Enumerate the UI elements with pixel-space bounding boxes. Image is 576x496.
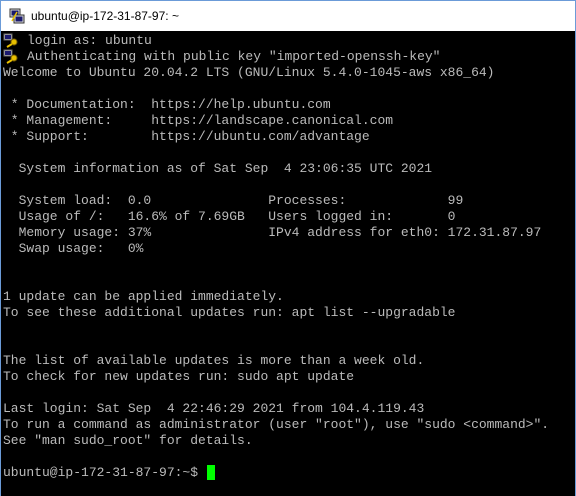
terminal-window: ubuntu@ip-172-31-87-97: ~ login as: ubun… <box>0 0 576 496</box>
system-stats-line: System load: 0.0 Processes: 99 <box>3 193 464 208</box>
login-line: login as: ubuntu <box>27 33 152 48</box>
shell-prompt-line[interactable]: ubuntu@ip-172-31-87-97:~$ <box>3 465 215 481</box>
documentation-line: * Documentation: https://help.ubuntu.com <box>3 97 331 112</box>
key-icon <box>3 49 19 64</box>
support-line: * Support: https://ubuntu.com/advantage <box>3 129 370 144</box>
system-info-line: System information as of Sat Sep 4 23:06… <box>3 161 433 176</box>
sudo-man-line: See "man sudo_root" for details. <box>3 433 253 448</box>
title-bar[interactable]: ubuntu@ip-172-31-87-97: ~ <box>1 1 575 31</box>
update-count-line: 1 update can be applied immediately. <box>3 289 284 304</box>
sudo-hint-line: To run a command as administrator (user … <box>3 417 550 432</box>
key-icon <box>3 33 19 48</box>
terminal-output[interactable]: login as: ubuntu Authenticating with pub… <box>1 31 575 496</box>
system-stats-line: Swap usage: 0% <box>3 241 144 256</box>
management-line: * Management: https://landscape.canonica… <box>3 113 394 128</box>
putty-app-icon <box>9 8 25 24</box>
system-stats-line: Memory usage: 37% IPv4 address for eth0:… <box>3 225 542 240</box>
window-title: ubuntu@ip-172-31-87-97: ~ <box>31 9 179 23</box>
welcome-line: Welcome to Ubuntu 20.04.2 LTS (GNU/Linux… <box>3 65 495 80</box>
last-login-line: Last login: Sat Sep 4 22:46:29 2021 from… <box>3 401 425 416</box>
terminal-cursor <box>206 465 215 480</box>
update-hint-line: To see these additional updates run: apt… <box>3 305 456 320</box>
auth-line: Authenticating with public key "imported… <box>27 49 441 64</box>
shell-prompt: ubuntu@ip-172-31-87-97:~$ <box>3 465 206 480</box>
update-list-age-line: The list of available updates is more th… <box>3 353 425 368</box>
update-check-hint-line: To check for new updates run: sudo apt u… <box>3 369 355 384</box>
system-stats-line: Usage of /: 16.6% of 7.69GB Users logged… <box>3 209 456 224</box>
